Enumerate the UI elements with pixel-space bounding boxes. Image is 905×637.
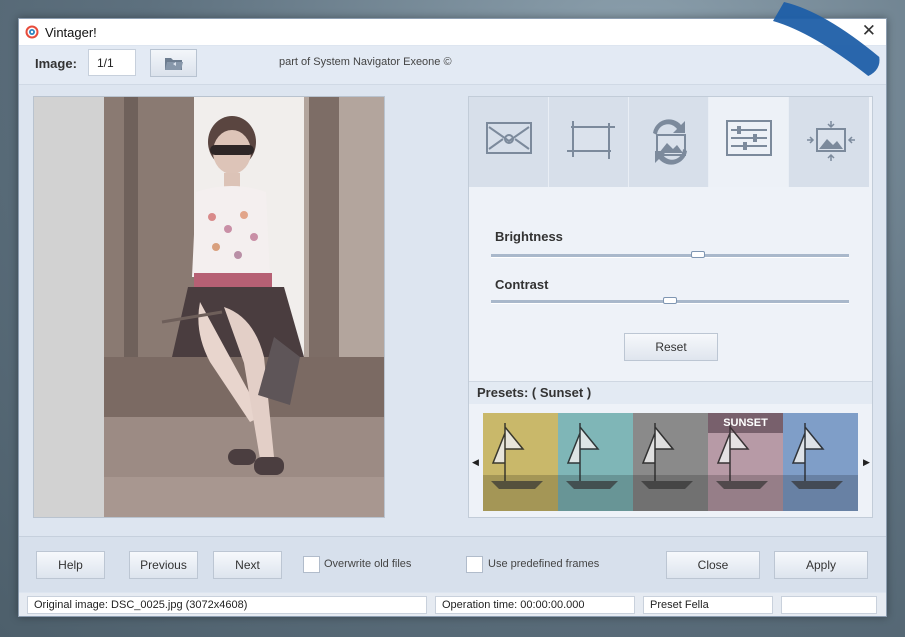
apply-button[interactable]: Apply (774, 551, 868, 579)
folder-open-icon (165, 58, 183, 70)
preset-thumbnail-4[interactable]: SUNSET (708, 413, 783, 511)
preset-preview-image (483, 413, 558, 511)
status-original-image: Original image: DSC_0025.jpg (3072x4608) (27, 596, 427, 614)
close-window-button[interactable]: ✕ (862, 21, 876, 41)
status-bar: Original image: DSC_0025.jpg (3072x4608)… (19, 593, 886, 616)
overwrite-label: Overwrite old files (324, 558, 412, 570)
status-extra (781, 596, 877, 614)
title-bar: Vintager! ✕ (19, 19, 886, 45)
bottom-button-bar: Help Previous Next Overwrite old files U… (19, 536, 886, 592)
crop-icon (567, 121, 615, 159)
tab-vintage-effect[interactable] (469, 97, 549, 187)
brightness-label: Brightness (495, 229, 563, 244)
status-preset: Preset Fella (643, 596, 773, 614)
image-preview-panel (33, 96, 385, 518)
contrast-slider[interactable] (491, 297, 849, 304)
brightness-slider[interactable] (491, 251, 849, 258)
window-title: Vintager! (45, 25, 97, 40)
preset-thumbnail-1[interactable] (483, 413, 558, 511)
tab-crop[interactable] (549, 97, 629, 187)
contrast-label: Contrast (495, 277, 549, 292)
sliders-icon (726, 120, 772, 156)
envelope-frame-icon (486, 122, 532, 154)
presets-label: Presets: ( Sunset ) (477, 385, 592, 400)
reset-button[interactable]: Reset (624, 333, 718, 361)
tools-panel: Brightness Contrast Reset Presets: ( Sun… (468, 96, 873, 518)
contrast-slider-thumb[interactable] (663, 297, 677, 304)
image-index-field[interactable]: 1/1 (88, 49, 136, 76)
brightness-slider-thumb[interactable] (690, 251, 705, 258)
preset-preview-image (558, 413, 633, 511)
predefined-frames-checkbox[interactable] (466, 556, 483, 573)
predefined-frames-label: Use predefined frames (488, 558, 600, 570)
next-button[interactable]: Next (213, 551, 282, 579)
toolbar: Image: 1/1 part of System Navigator Exeo… (19, 46, 886, 85)
preset-preview-image (783, 413, 858, 511)
close-button[interactable]: Close (666, 551, 760, 579)
tab-resize[interactable] (789, 97, 869, 187)
previous-button[interactable]: Previous (129, 551, 198, 579)
image-label: Image: (35, 56, 77, 71)
preset-tag-label: SUNSET (708, 413, 783, 433)
presets-header: Presets: ( Sunset ) (469, 381, 872, 404)
open-folder-button[interactable] (150, 49, 197, 77)
status-operation-time: Operation time: 00:00:00.000 (435, 596, 635, 614)
app-logo-icon (25, 25, 39, 39)
tab-adjust[interactable] (709, 97, 789, 187)
help-button[interactable]: Help (36, 551, 105, 579)
vintager-window: Vintager! ✕ Image: 1/1 part of System Na… (18, 18, 887, 617)
preset-thumbnail-5[interactable] (783, 413, 858, 511)
preview-photo (104, 97, 384, 517)
rotate-image-icon (653, 119, 687, 165)
preset-preview-image (633, 413, 708, 511)
credit-text: part of System Navigator Exeone © (279, 56, 452, 68)
preset-thumbnail-3[interactable] (633, 413, 708, 511)
resize-image-icon (807, 121, 855, 161)
overwrite-checkbox[interactable] (303, 556, 320, 573)
presets-next-arrow[interactable]: ▶ (863, 457, 870, 468)
tab-rotate[interactable] (629, 97, 709, 187)
preset-thumbnail-2[interactable] (558, 413, 633, 511)
presets-prev-arrow[interactable]: ◀ (472, 457, 479, 468)
